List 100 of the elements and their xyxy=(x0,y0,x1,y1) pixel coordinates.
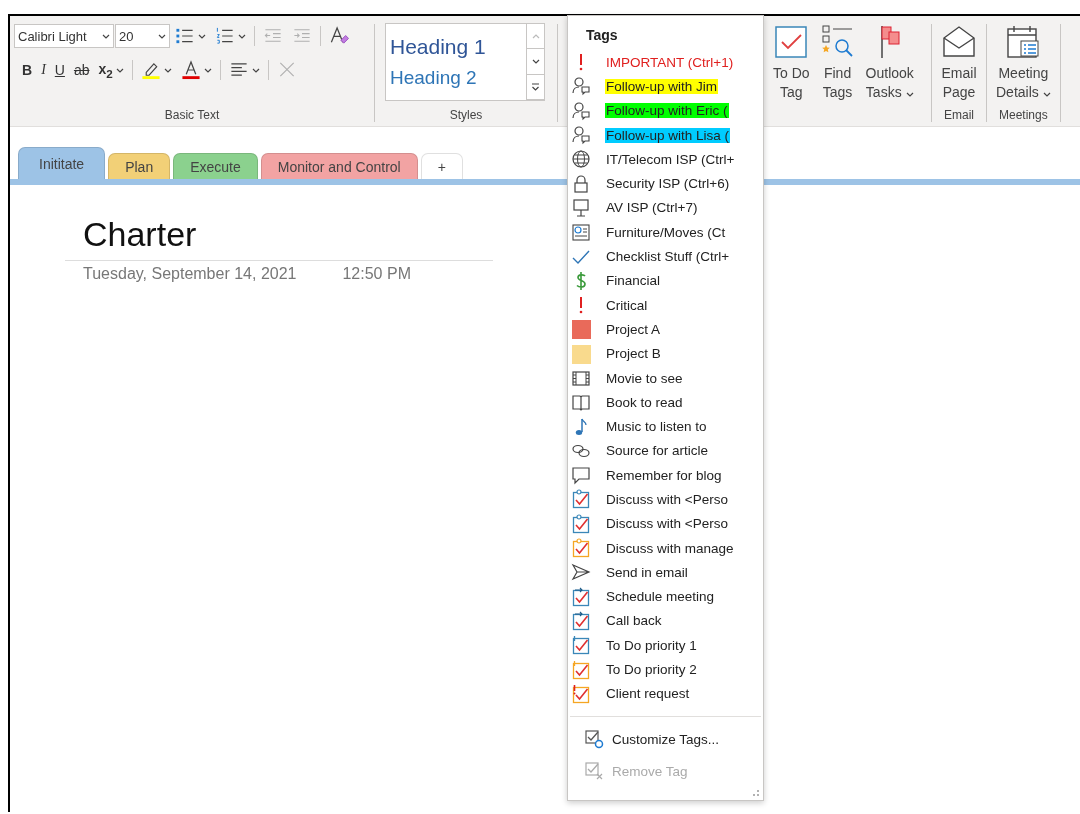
menu-item-label[interactable]: Send in email xyxy=(605,564,689,580)
person-chat-icon xyxy=(571,76,591,97)
format-button[interactable]: x$_{2}$ xyxy=(94,58,128,82)
checkbox-icon xyxy=(571,635,591,656)
expand-icon xyxy=(531,82,540,91)
checkbox-icon xyxy=(773,24,810,60)
checkbox-person-icon xyxy=(571,538,591,559)
film-icon xyxy=(571,368,591,388)
section-tab[interactable]: + xyxy=(420,153,463,179)
ribbon-button[interactable]: Find Tags xyxy=(816,24,859,102)
caret-icon xyxy=(163,67,172,73)
font-name-field[interactable]: Calibri Light xyxy=(14,24,114,48)
style-item[interactable]: Heading 1 xyxy=(390,35,526,59)
menu-item-label[interactable]: Remember for blog xyxy=(605,467,723,483)
checkbox-alert-icon xyxy=(571,683,591,704)
menu-item-label[interactable]: IT/Telecom ISP (Ctrl+ xyxy=(605,151,736,167)
caret-icon xyxy=(251,67,260,73)
checkbox-icon xyxy=(571,659,591,680)
send-icon xyxy=(571,562,591,583)
menu-item-label[interactable]: Furniture/Moves (Ct xyxy=(605,224,727,240)
format-button[interactable]: ab xyxy=(69,58,94,82)
menu-item-label[interactable]: Checklist Stuff (Ctrl+ xyxy=(605,249,731,264)
menu-item-label[interactable]: To Do priority 2 xyxy=(605,662,698,678)
book-icon xyxy=(571,392,591,413)
menu-item-label[interactable]: Follow-up with Jim xyxy=(605,78,719,94)
caret-icon xyxy=(1042,92,1051,97)
clear-formatting-icon xyxy=(329,26,349,46)
font-color-icon xyxy=(180,60,201,80)
ribbon-button[interactable]: Meeting Details xyxy=(993,24,1054,106)
menu-action[interactable]: Customize Tags... xyxy=(612,731,720,747)
menu-item-label[interactable]: Project A xyxy=(605,321,662,337)
menu-item-label[interactable]: Follow-up with Lisa ( xyxy=(605,127,731,143)
caret-icon xyxy=(158,33,166,39)
group-label: Styles xyxy=(448,107,484,122)
ribbon-button[interactable]: Email Page xyxy=(938,24,980,106)
style-item[interactable]: Heading 2 xyxy=(390,67,526,89)
planner-icon xyxy=(571,222,591,243)
person-chat-icon xyxy=(571,125,591,146)
bullets-icon xyxy=(175,26,195,46)
section-tab[interactable]: Execute xyxy=(173,153,258,179)
checkbox-person-icon xyxy=(571,489,591,510)
format-button[interactable]: I xyxy=(37,58,50,82)
menu-item-label[interactable]: Discuss with manage xyxy=(605,540,735,556)
group-label: Meetings xyxy=(998,107,1049,122)
menu-item-label[interactable]: Security ISP (Ctrl+6) xyxy=(605,176,731,192)
speech-bubble-icon xyxy=(571,465,591,486)
exclamation-icon xyxy=(579,53,583,72)
menu-item-label[interactable]: Schedule meeting xyxy=(605,589,716,605)
globe-icon xyxy=(571,149,591,170)
lock-icon xyxy=(571,173,591,194)
menu-item-label[interactable]: Music to listen to xyxy=(605,419,708,435)
menu-title: Tags xyxy=(585,26,619,45)
page-time: 12:50 PM xyxy=(342,265,411,283)
menu-item-label[interactable]: Book to read xyxy=(605,394,684,410)
menu-item-label[interactable]: Financial xyxy=(605,273,662,289)
menu-item-label[interactable]: Follow-up with Eric ( xyxy=(605,103,729,119)
section-tab[interactable]: Plan xyxy=(108,153,171,179)
section-tab[interactable]: Inititate xyxy=(18,147,106,179)
exclamation-icon xyxy=(579,296,583,315)
caret-icon xyxy=(198,33,206,39)
numbering-icon xyxy=(215,26,235,46)
caret-icon xyxy=(238,33,246,39)
page-title[interactable]: Charter xyxy=(65,215,197,254)
menu-item-label[interactable]: Critical xyxy=(605,297,649,313)
menu-item-label[interactable]: Discuss with <Perso xyxy=(605,492,729,507)
menu-item-label[interactable]: Client request xyxy=(605,686,691,702)
caret-icon xyxy=(531,33,540,39)
page-date: Tuesday, September 14, 2021 xyxy=(83,265,297,283)
caret-icon xyxy=(905,92,914,97)
font-size-field[interactable]: 20 xyxy=(115,24,170,48)
menu-item-label[interactable]: Project B xyxy=(605,346,662,362)
caret-icon xyxy=(531,59,540,64)
resize-grip-icon[interactable] xyxy=(752,789,760,797)
menu-item-label[interactable]: IMPORTANT (Ctrl+1) xyxy=(605,54,735,70)
menu-item-label[interactable]: Movie to see xyxy=(605,370,684,386)
caret-icon xyxy=(115,67,124,73)
menu-item-label[interactable]: AV ISP (Ctrl+7) xyxy=(605,200,699,216)
format-button[interactable]: B xyxy=(18,58,37,82)
menu-item-label[interactable]: To Do priority 1 xyxy=(605,637,698,653)
highlighter-icon xyxy=(140,60,161,80)
remove-tag-icon xyxy=(584,761,604,781)
color-square-icon xyxy=(571,343,591,364)
format-button[interactable]: U xyxy=(50,58,69,82)
menu-item-label[interactable]: Call back xyxy=(605,613,663,629)
ribbon-button[interactable]: To Do Tag xyxy=(770,24,813,102)
section-tab[interactable]: Monitor and Control xyxy=(260,153,418,179)
ribbon-button[interactable]: Outlook Tasks xyxy=(862,24,917,102)
checkbox-person-icon xyxy=(571,513,591,534)
color-square-icon xyxy=(571,319,591,340)
envelope-icon xyxy=(941,24,977,60)
menu-item-label[interactable]: Discuss with <Perso xyxy=(605,516,729,532)
group-label: Email xyxy=(943,107,975,122)
group-label: Basic Text xyxy=(163,107,221,122)
menu-item-label[interactable]: Source for article xyxy=(605,443,710,459)
person-chat-icon xyxy=(571,100,591,121)
customize-tags-icon xyxy=(584,729,604,749)
monitor-icon xyxy=(571,197,591,218)
caret-icon xyxy=(203,67,212,73)
caret-icon xyxy=(102,33,110,39)
calendar-icon xyxy=(1005,24,1042,60)
